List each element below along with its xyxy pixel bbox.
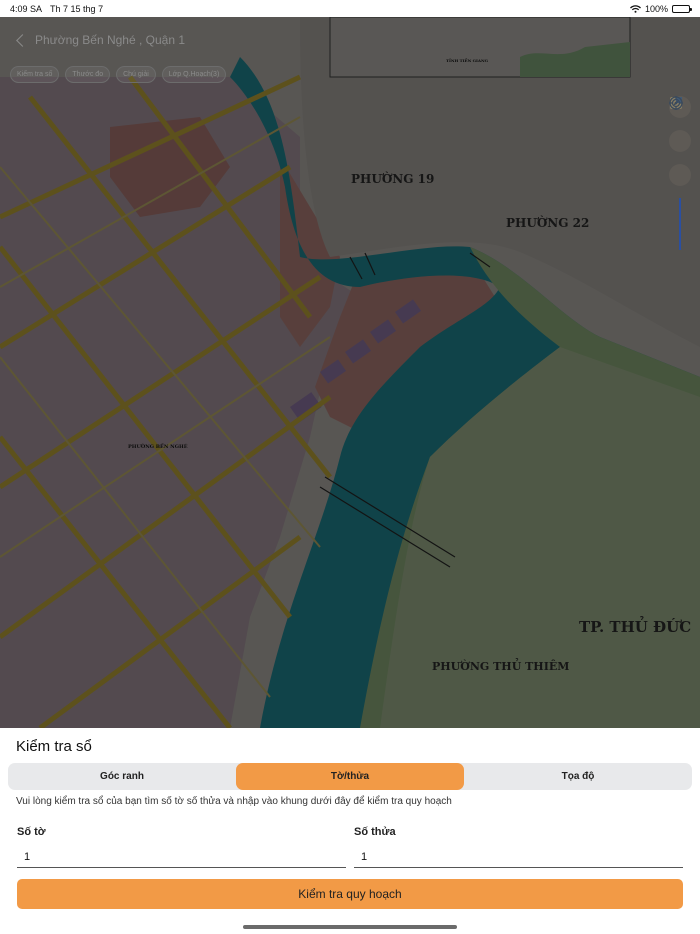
battery-icon: [672, 4, 692, 13]
map-label-tinh-tien-giang: TỈNH TIỀN GIANG: [446, 58, 489, 63]
wifi-icon: [630, 4, 641, 13]
battery-percent: 100%: [644, 3, 668, 14]
mode-segmented-control: Góc ranh Tờ/thửa Tọa độ: [8, 763, 692, 790]
zoom-slider[interactable]: [679, 198, 681, 250]
status-bar: 4:09 SA Th 7 15 thg 7 100%: [0, 0, 700, 17]
chip-chu-giai[interactable]: Chú giải: [116, 66, 156, 83]
map-label-phuong-19: PHƯỜNG 19: [351, 172, 435, 186]
tab-to-thua[interactable]: Tờ/thửa: [236, 763, 464, 790]
status-date: Th 7 15 thg 7: [50, 3, 104, 14]
map-tools: [669, 96, 691, 250]
location-title: Phường Bến Nghé , Quận 1: [35, 33, 185, 47]
back-icon[interactable]: [16, 33, 29, 47]
so-to-input[interactable]: 1: [17, 846, 346, 868]
map-header: Phường Bến Nghé , Quận 1: [12, 33, 185, 47]
check-sheet: Kiểm tra sổ Góc ranh Tờ/thửa Tọa độ Vui …: [0, 728, 700, 934]
map-label-ben-nghe: PHƯỜNG BẾN NGHÉ: [128, 444, 188, 450]
planning-map[interactable]: TỈNH TIỀN GIANG PHƯỜNG BẾN NGHÉ PHƯỜNG 1…: [0, 17, 700, 728]
chip-lop-quy-hoach[interactable]: Lớp Q.Hoạch(3): [161, 66, 227, 83]
tab-toa-do[interactable]: Tọa độ: [464, 763, 692, 790]
chip-kiem-tra-so[interactable]: Kiểm tra số: [10, 66, 60, 83]
check-planning-button[interactable]: Kiểm tra quy hoạch: [17, 879, 683, 909]
map-chips: Kiểm tra số Thước đo Chú giải Lớp Q.Hoạc…: [10, 66, 227, 83]
map-label-phuong-thu-thiem: PHƯỜNG THỦ THIÊM: [432, 660, 570, 673]
status-time: 4:09 SA: [10, 3, 43, 14]
compass-icon[interactable]: [669, 96, 691, 152]
so-thua-input[interactable]: 1: [354, 846, 683, 868]
so-to-label: Số tờ: [17, 826, 46, 838]
locate-icon[interactable]: [669, 96, 691, 186]
chip-thuoc-do[interactable]: Thước đo: [65, 66, 111, 83]
tab-goc-ranh[interactable]: Góc ranh: [8, 763, 236, 790]
map-label-tp-thu-duc: TP. THỦ ĐỨC: [579, 618, 692, 636]
so-thua-label: Số thửa: [354, 826, 396, 838]
home-indicator[interactable]: [243, 925, 457, 929]
sheet-title: Kiểm tra sổ: [16, 738, 92, 755]
map-label-phuong-22: PHƯỜNG 22: [506, 216, 590, 230]
instruction-text: Vui lòng kiểm tra sổ của bạn tìm số tờ s…: [16, 796, 452, 807]
